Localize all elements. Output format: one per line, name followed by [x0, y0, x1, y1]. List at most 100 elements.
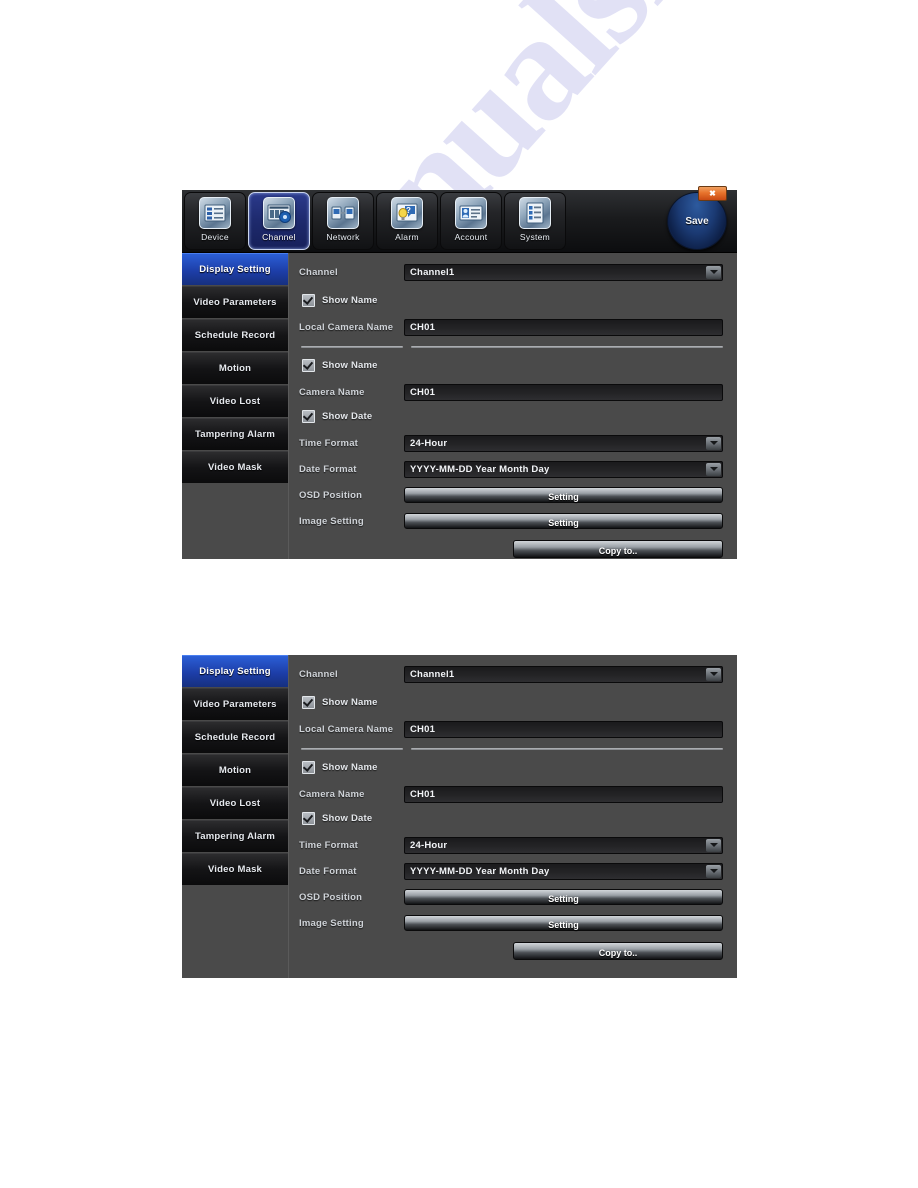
chevron-down-icon[interactable]	[706, 667, 721, 681]
sidebar-item-tampering-alarm[interactable]: Tampering Alarm	[182, 418, 288, 450]
copy-to-button[interactable]: Copy to..	[513, 942, 723, 960]
divider-right	[411, 346, 723, 348]
copy-to-row: Copy to..	[299, 942, 723, 960]
chevron-down-icon[interactable]	[706, 436, 721, 450]
osd-position-setting-button[interactable]: Setting	[404, 889, 723, 905]
chevron-down-icon[interactable]	[706, 265, 721, 279]
show-name-1-checkbox[interactable]	[302, 695, 315, 709]
show-name-2-checkbox[interactable]	[302, 358, 315, 372]
osd-position-setting-button[interactable]: Setting	[404, 487, 723, 503]
show-date-row[interactable]: Show Date	[299, 407, 723, 425]
sidebar-item-motion[interactable]: Motion	[182, 352, 288, 384]
osd-position-label: OSD Position	[299, 489, 363, 501]
date-format-select[interactable]: YYYY-MM-DD Year Month Day	[404, 460, 723, 478]
toolbar-item-channel-label: Channel	[262, 232, 296, 242]
sidebar-item-video-parameters[interactable]: Video Parameters	[182, 286, 288, 318]
chevron-down-icon[interactable]	[706, 838, 721, 852]
date-format-select[interactable]: YYYY-MM-DD Year Month Day	[404, 862, 723, 880]
show-date-row[interactable]: Show Date	[299, 809, 723, 827]
section-divider	[299, 744, 723, 754]
sidebar-item-tampering-alarm[interactable]: Tampering Alarm	[182, 820, 288, 852]
show-date-checkbox[interactable]	[302, 811, 315, 825]
show-name-2-label: Show Name	[322, 761, 378, 773]
time-format-value: 24-Hour	[410, 839, 448, 851]
dvr-settings-window-bottom: Display Setting Video Parameters Schedul…	[182, 655, 737, 978]
settings-sidebar-bottom: Display Setting Video Parameters Schedul…	[182, 655, 289, 978]
toolbar-item-system[interactable]: System	[504, 192, 566, 250]
sidebar-item-display-setting[interactable]: Display Setting	[182, 253, 288, 285]
show-name-1-row[interactable]: Show Name	[299, 693, 723, 711]
chevron-down-icon[interactable]	[706, 864, 721, 878]
sidebar-item-motion[interactable]: Motion	[182, 754, 288, 786]
toolbar-item-account[interactable]: Account	[440, 192, 502, 250]
sidebar-item-video-mask[interactable]: Video Mask	[182, 853, 288, 885]
time-format-select[interactable]: 24-Hour	[404, 434, 723, 452]
sidebar-item-video-lost[interactable]: Video Lost	[182, 787, 288, 819]
time-format-select[interactable]: 24-Hour	[404, 836, 723, 854]
channel-select-value: Channel1	[410, 668, 455, 680]
sidebar-item-label: Schedule Record	[194, 330, 276, 341]
local-camera-name-row: Local Camera Name CH01	[299, 316, 723, 338]
show-name-2-row[interactable]: Show Name	[299, 356, 723, 374]
sidebar-item-video-lost[interactable]: Video Lost	[182, 385, 288, 417]
osd-position-setting-label: Setting	[548, 893, 579, 904]
camera-name-value: CH01	[410, 386, 436, 398]
show-name-1-label: Show Name	[322, 696, 378, 708]
camera-name-row: Camera Name CH01	[299, 381, 723, 403]
sidebar-item-schedule-record[interactable]: Schedule Record	[182, 721, 288, 753]
camera-name-label: Camera Name	[299, 788, 365, 800]
toolbar-item-system-label: System	[519, 232, 551, 242]
date-format-value: YYYY-MM-DD Year Month Day	[410, 865, 550, 877]
close-icon[interactable]: ✖	[698, 186, 727, 201]
image-setting-setting-button[interactable]: Setting	[404, 915, 723, 931]
time-format-row: Time Format 24-Hour	[299, 432, 723, 454]
image-setting-row: Image Setting Setting	[299, 912, 723, 934]
show-name-1-checkbox[interactable]	[302, 293, 315, 307]
osd-position-row: OSD Position Setting	[299, 484, 723, 506]
local-camera-name-value: CH01	[410, 321, 436, 333]
camera-name-label: Camera Name	[299, 386, 365, 398]
image-setting-setting-button[interactable]: Setting	[404, 513, 723, 529]
toolbar-item-alarm[interactable]: ? Alarm	[376, 192, 438, 250]
copy-to-button-label: Copy to..	[598, 947, 638, 958]
save-button-label: Save	[685, 215, 709, 227]
sidebar-item-label: Video Parameters	[193, 699, 277, 710]
sidebar-item-schedule-record[interactable]: Schedule Record	[182, 319, 288, 351]
sidebar-item-label: Video Lost	[209, 396, 261, 407]
local-camera-name-value: CH01	[410, 723, 436, 735]
osd-position-row: OSD Position Setting	[299, 886, 723, 908]
channel-select[interactable]: Channel1	[404, 263, 723, 281]
toolbar-item-network[interactable]: Network	[312, 192, 374, 250]
alarm-bulb-icon: ?	[391, 197, 423, 229]
copy-to-button[interactable]: Copy to..	[513, 540, 723, 558]
channel-select[interactable]: Channel1	[404, 665, 723, 683]
camera-name-input[interactable]: CH01	[404, 785, 723, 803]
local-camera-name-input[interactable]: CH01	[404, 720, 723, 738]
image-setting-label: Image Setting	[299, 515, 364, 527]
time-format-label: Time Format	[299, 839, 359, 851]
toolbar-item-device[interactable]: Device	[184, 192, 246, 250]
network-nodes-icon	[327, 197, 359, 229]
sidebar-item-display-setting[interactable]: Display Setting	[182, 655, 288, 687]
dvr-body-bottom: Display Setting Video Parameters Schedul…	[182, 655, 737, 978]
show-name-2-row[interactable]: Show Name	[299, 758, 723, 776]
device-list-icon	[199, 197, 231, 229]
settings-sidebar-top: Display Setting Video Parameters Schedul…	[182, 253, 289, 559]
sidebar-item-video-mask[interactable]: Video Mask	[182, 451, 288, 483]
show-name-1-row[interactable]: Show Name	[299, 291, 723, 309]
osd-position-label: OSD Position	[299, 891, 363, 903]
show-name-2-checkbox[interactable]	[302, 760, 315, 774]
local-camera-name-row: Local Camera Name CH01	[299, 718, 723, 740]
sidebar-item-video-parameters[interactable]: Video Parameters	[182, 688, 288, 720]
image-setting-setting-label: Setting	[548, 919, 579, 930]
toolbar-item-channel[interactable]: Channel	[248, 192, 310, 250]
show-date-checkbox[interactable]	[302, 409, 315, 423]
local-camera-name-label: Local Camera Name	[299, 723, 394, 735]
camera-name-input[interactable]: CH01	[404, 383, 723, 401]
chevron-down-icon[interactable]	[706, 462, 721, 476]
channel-label: Channel	[299, 266, 338, 278]
date-format-row: Date Format YYYY-MM-DD Year Month Day	[299, 860, 723, 882]
main-toolbar: Device Channel Network ? Alarm Account S…	[182, 186, 737, 253]
sidebar-item-label: Video Lost	[209, 798, 261, 809]
local-camera-name-input[interactable]: CH01	[404, 318, 723, 336]
